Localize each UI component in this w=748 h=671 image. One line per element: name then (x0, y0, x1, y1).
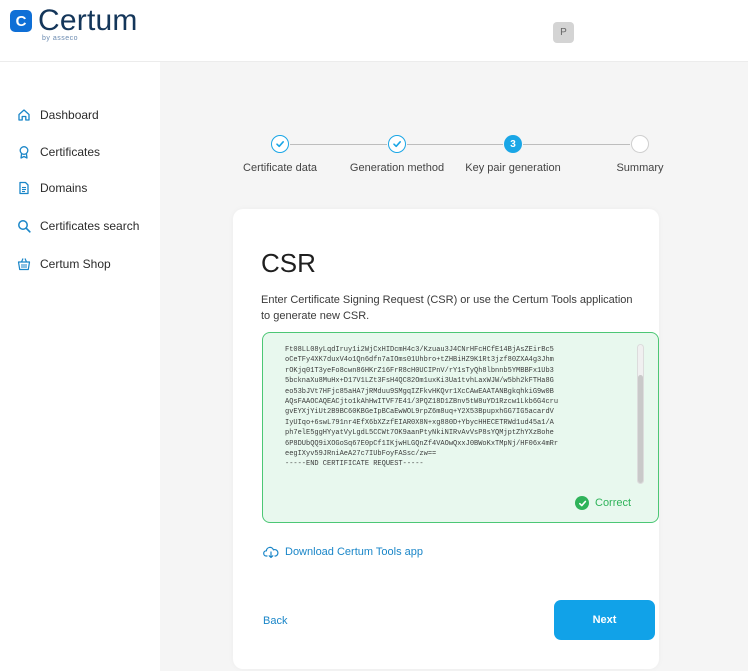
sidebar-item-label: Certificates search (40, 219, 140, 233)
award-icon (17, 145, 31, 159)
back-button[interactable]: Back (263, 615, 287, 627)
step-label-certificate-data: Certificate data (243, 162, 317, 174)
csr-textarea[interactable]: Ft08LL08yLqdIruy1i2WjCxHIDcmH4c3/Kzuau3J… (262, 332, 659, 523)
sidebar-item-domains[interactable]: Domains (17, 178, 87, 198)
cart-icon (17, 257, 31, 271)
step-label-generation-method: Generation method (349, 162, 445, 174)
logo-subtitle: by asseco (42, 35, 79, 42)
sidebar-item-certificates-search[interactable]: Certificates search (17, 216, 139, 236)
validation-label: Correct (595, 497, 632, 509)
search-icon (17, 219, 31, 233)
csr-card: CSR Enter Certificate Signing Request (C… (233, 209, 659, 669)
step-connector (290, 144, 387, 145)
check-circle-icon (575, 496, 589, 510)
sidebar-item-label: Certificates (40, 145, 101, 159)
scrollbar-thumb[interactable] (638, 375, 643, 483)
step-3-indicator: 3 (504, 135, 522, 153)
logo-badge-icon: C (10, 10, 32, 32)
certum-logo[interactable]: C Certum by asseco (10, 6, 138, 42)
csr-content[interactable]: Ft08LL08yLqdIruy1i2WjCxHIDcmH4c3/Kzuau3J… (285, 345, 633, 470)
main-content: 3 Certificate data Generation method Key… (160, 62, 748, 671)
sidebar-item-label: Certum Shop (40, 257, 111, 271)
step-label-summary: Summary (616, 162, 664, 174)
step-4-indicator (631, 135, 649, 153)
page-title: CSR (261, 248, 316, 278)
sidebar-item-dashboard[interactable]: Dashboard (17, 105, 99, 125)
sidebar-item-certificates[interactable]: Certificates (17, 142, 100, 162)
step-connector (523, 144, 630, 145)
home-icon (17, 108, 31, 122)
next-button[interactable]: Next (554, 600, 655, 640)
sidebar-item-certum-shop[interactable]: Certum Shop (17, 254, 111, 274)
cloud-download-icon (263, 546, 279, 558)
download-label: Download Certum Tools app (285, 546, 423, 558)
sidebar: Dashboard Certificates Domains Certifica… (0, 62, 160, 671)
sidebar-item-label: Domains (40, 181, 88, 195)
document-icon (17, 181, 31, 195)
csr-scrollbar[interactable] (637, 344, 644, 484)
logo-text: Certum (38, 4, 138, 37)
step-1-check-icon (271, 135, 289, 153)
user-avatar[interactable]: P (553, 22, 574, 43)
step-connector (407, 144, 503, 145)
validation-status: Correct (575, 496, 631, 510)
step-2-check-icon (388, 135, 406, 153)
progress-stepper: 3 Certificate data Generation method Key… (160, 132, 748, 192)
download-certum-tools-link[interactable]: Download Certum Tools app (263, 546, 423, 558)
step-label-key-pair-generation: Key pair generation (465, 162, 561, 174)
top-header: C Certum by asseco P (0, 0, 748, 62)
csr-description: Enter Certificate Signing Request (CSR) … (261, 294, 633, 322)
sidebar-item-label: Dashboard (40, 108, 99, 122)
